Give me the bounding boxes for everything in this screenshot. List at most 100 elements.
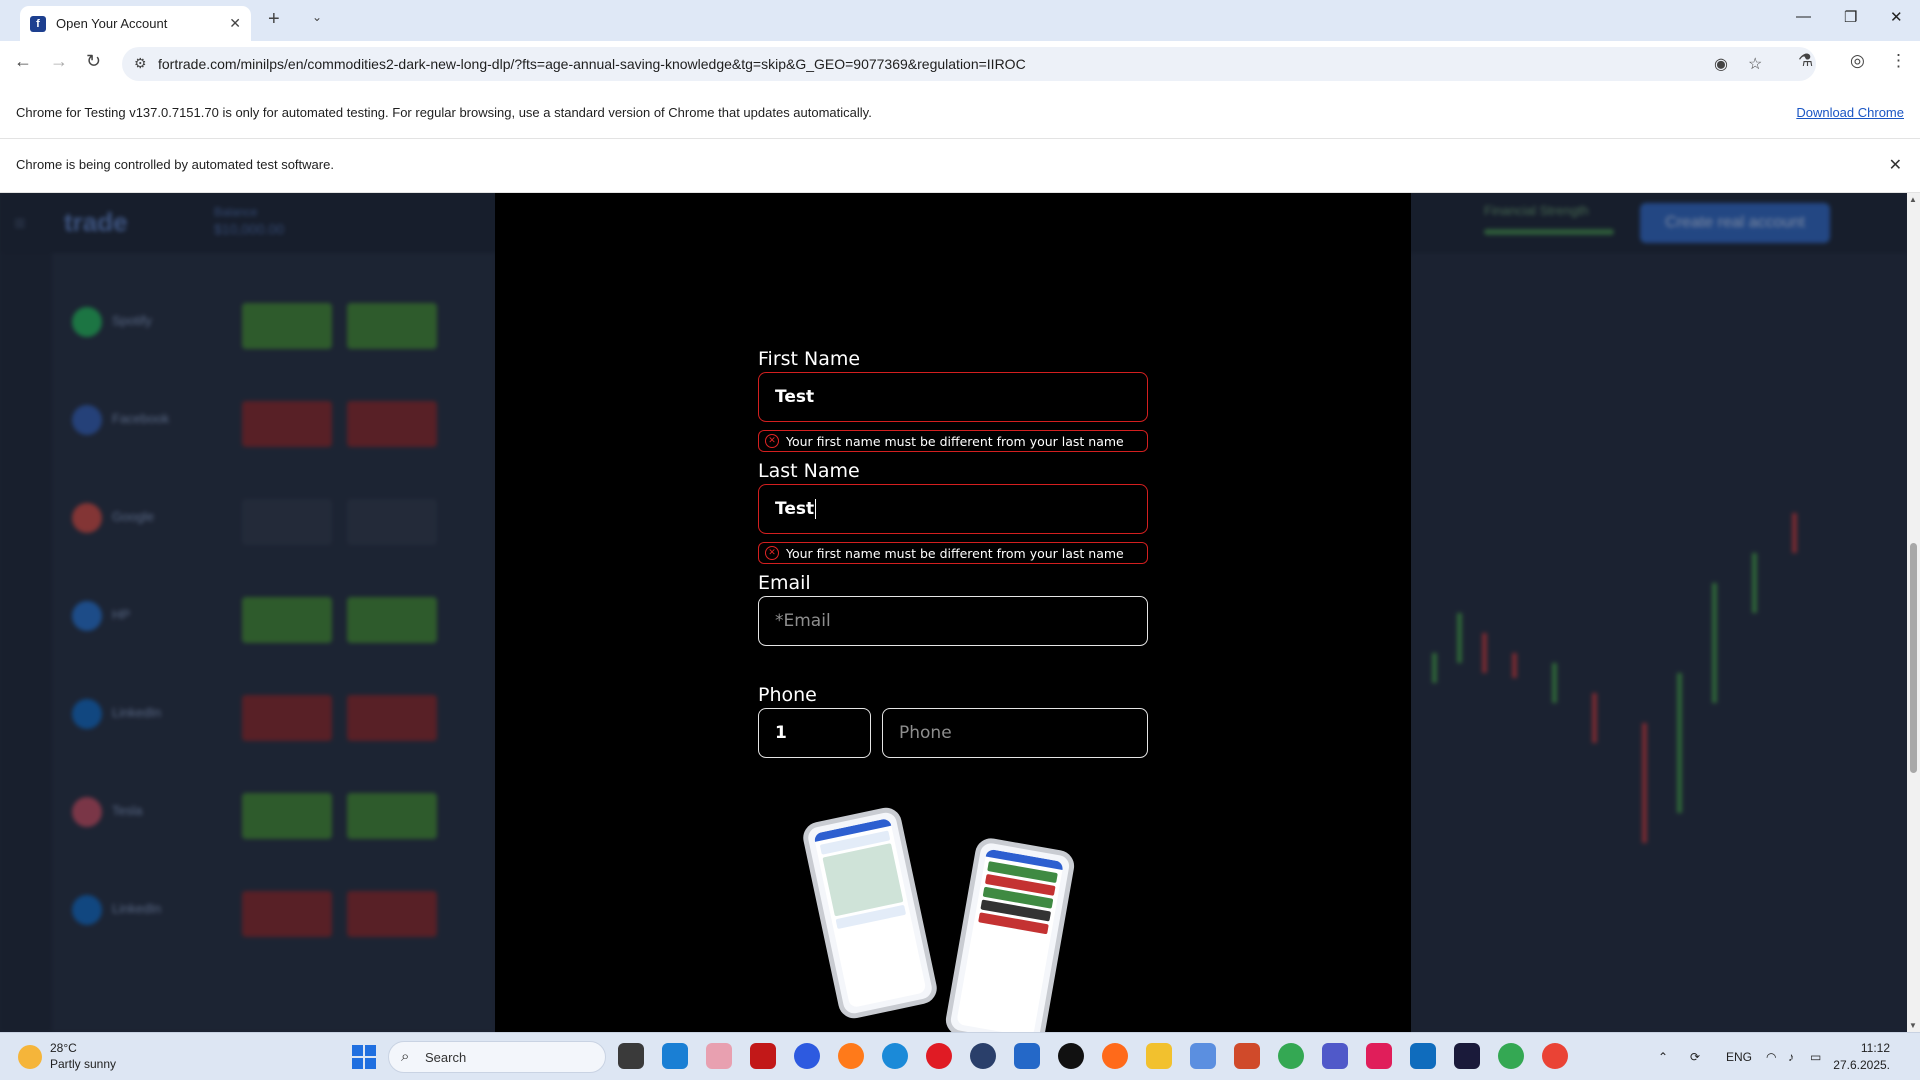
menu-icon[interactable]: ⋮ [1890, 51, 1907, 71]
profile-icon[interactable]: ◎ [1850, 51, 1865, 71]
chart-candle [1432, 653, 1437, 683]
weather-sun-icon[interactable] [18, 1045, 42, 1069]
folder-app-icon[interactable] [1146, 1043, 1172, 1069]
restore-icon[interactable]: ❐ [1844, 8, 1857, 26]
scroll-up-icon[interactable]: ▲ [1909, 195, 1917, 204]
new-tab-icon[interactable]: + [268, 8, 280, 31]
wifi-icon[interactable]: ◠ [1766, 1050, 1776, 1064]
opera-app-icon[interactable] [926, 1043, 952, 1069]
chart-candle [1512, 653, 1517, 678]
chart-candle [1792, 513, 1797, 553]
teamviewer-app-icon[interactable] [662, 1043, 688, 1069]
app-icon[interactable] [1190, 1043, 1216, 1069]
text-caret [815, 499, 817, 519]
tracking-protection-icon[interactable]: ◉ [1714, 54, 1728, 74]
battery-icon[interactable]: ▭ [1810, 1050, 1821, 1064]
wordpress-app-icon[interactable] [970, 1043, 996, 1069]
chrome-for-testing-app-icon[interactable] [1542, 1043, 1568, 1069]
country-code-value: 1 [775, 723, 787, 743]
chart-candle [1642, 723, 1647, 843]
hamburger-icon: ≡ [14, 213, 26, 235]
app-icon[interactable] [1102, 1043, 1128, 1069]
file-explorer-app-icon[interactable] [618, 1043, 644, 1069]
address-bar[interactable]: ⚙ fortrade.com/minilps/en/commodities2-d… [122, 47, 1816, 81]
outlook-app-icon[interactable] [1410, 1043, 1436, 1069]
registration-modal: First Name Test ✕ Your first name must b… [495, 193, 1411, 1032]
sync-icon[interactable]: ⟳ [1690, 1050, 1700, 1064]
jetbrains-app-icon[interactable] [1454, 1043, 1480, 1069]
weather-temperature[interactable]: 28°C [50, 1041, 77, 1055]
labs-icon[interactable]: ⚗ [1798, 51, 1813, 71]
tab-strip: f Open Your Account ✕ + ⌄ — ❐ ✕ [0, 0, 1920, 41]
instrument-name: HP [112, 607, 131, 622]
tab-search-icon[interactable]: ⌄ [312, 10, 322, 24]
phone-mockup-right [943, 835, 1077, 1032]
taskbar-search[interactable]: ⌕ Search [388, 1041, 606, 1073]
app-icon[interactable] [1058, 1043, 1084, 1069]
list-item: Spotify [72, 303, 492, 393]
language-indicator[interactable]: ENG [1726, 1050, 1752, 1064]
strength-bar [1484, 229, 1614, 235]
close-tab-icon[interactable]: ✕ [229, 15, 241, 32]
phone-label: Phone [758, 684, 817, 706]
instrument-avatar [72, 503, 102, 533]
list-item: LinkedIn [72, 891, 492, 981]
close-window-icon[interactable]: ✕ [1890, 8, 1903, 26]
site-info-icon[interactable]: ⚙ [134, 55, 147, 72]
email-field[interactable]: *Email [758, 596, 1148, 646]
firefox-app-icon[interactable] [838, 1043, 864, 1069]
close-infobar-icon[interactable]: ✕ [1889, 155, 1902, 175]
slack-app-icon[interactable] [1366, 1043, 1392, 1069]
clock-time[interactable]: 11:12 [1861, 1041, 1890, 1055]
chart-candle [1752, 553, 1757, 613]
show-hidden-icons-icon[interactable]: ⌃ [1658, 1050, 1668, 1064]
email-label: Email [758, 572, 811, 594]
last-name-input[interactable]: Test [758, 484, 1148, 534]
last-name-error-text: Your first name must be different from y… [786, 545, 1124, 561]
teams-app-icon[interactable] [1322, 1043, 1348, 1069]
start-menu-icon[interactable] [352, 1045, 376, 1069]
download-chrome-link[interactable]: Download Chrome [1796, 105, 1904, 120]
scroll-thumb[interactable] [1910, 543, 1917, 773]
phone-input[interactable]: Phone [882, 708, 1148, 758]
edge-app-icon[interactable] [882, 1043, 908, 1069]
zoom-app-icon[interactable] [794, 1043, 820, 1069]
instrument-name: Facebook [112, 411, 170, 426]
scroll-down-icon[interactable]: ▼ [1909, 1021, 1917, 1030]
first-name-input[interactable]: Test [758, 372, 1148, 422]
financial-strength-label: Financial Strength [1484, 203, 1589, 218]
page-scrollbar[interactable]: ▲ ▼ [1907, 193, 1920, 1032]
country-code-input[interactable]: 1 [758, 708, 871, 758]
phone-mockup-left [800, 804, 940, 1022]
chrome-app-icon[interactable] [1498, 1043, 1524, 1069]
buy-box [347, 597, 437, 643]
acrobat-app-icon[interactable] [750, 1043, 776, 1069]
first-name-value: Test [775, 387, 815, 407]
sell-box [242, 401, 332, 447]
clock-date[interactable]: 27.6.2025. [1833, 1058, 1890, 1072]
chrome-app-icon[interactable] [1278, 1043, 1304, 1069]
instrument-name: LinkedIn [112, 705, 162, 720]
forward-icon[interactable]: → [50, 51, 68, 72]
testing-message: Chrome for Testing v137.0.7151.70 is onl… [16, 105, 872, 120]
sell-box [242, 597, 332, 643]
instrument-avatar [72, 699, 102, 729]
active-tab[interactable]: f Open Your Account ✕ [20, 6, 251, 41]
instrument-list: Spotify Facebook Google HP LinkedIn Tesl… [52, 253, 495, 1032]
price-chart [1412, 253, 1907, 1032]
reload-icon[interactable]: ↻ [86, 51, 101, 72]
instrument-name: LinkedIn [112, 901, 162, 916]
last-name-label: Last Name [758, 460, 860, 482]
list-item: LinkedIn [72, 695, 492, 785]
app-icon[interactable] [1234, 1043, 1260, 1069]
url-text[interactable]: fortrade.com/minilps/en/commodities2-dar… [158, 56, 1026, 72]
minimize-icon[interactable]: — [1796, 8, 1811, 25]
volume-icon[interactable]: ♪ [1788, 1050, 1794, 1064]
weather-description[interactable]: Partly sunny [50, 1057, 116, 1071]
defender-app-icon[interactable] [1014, 1043, 1040, 1069]
buy-box [347, 303, 437, 349]
last-name-value: Test [775, 499, 815, 519]
back-icon[interactable]: ← [14, 51, 32, 72]
app-icon[interactable] [706, 1043, 732, 1069]
bookmark-star-icon[interactable]: ☆ [1748, 54, 1762, 74]
